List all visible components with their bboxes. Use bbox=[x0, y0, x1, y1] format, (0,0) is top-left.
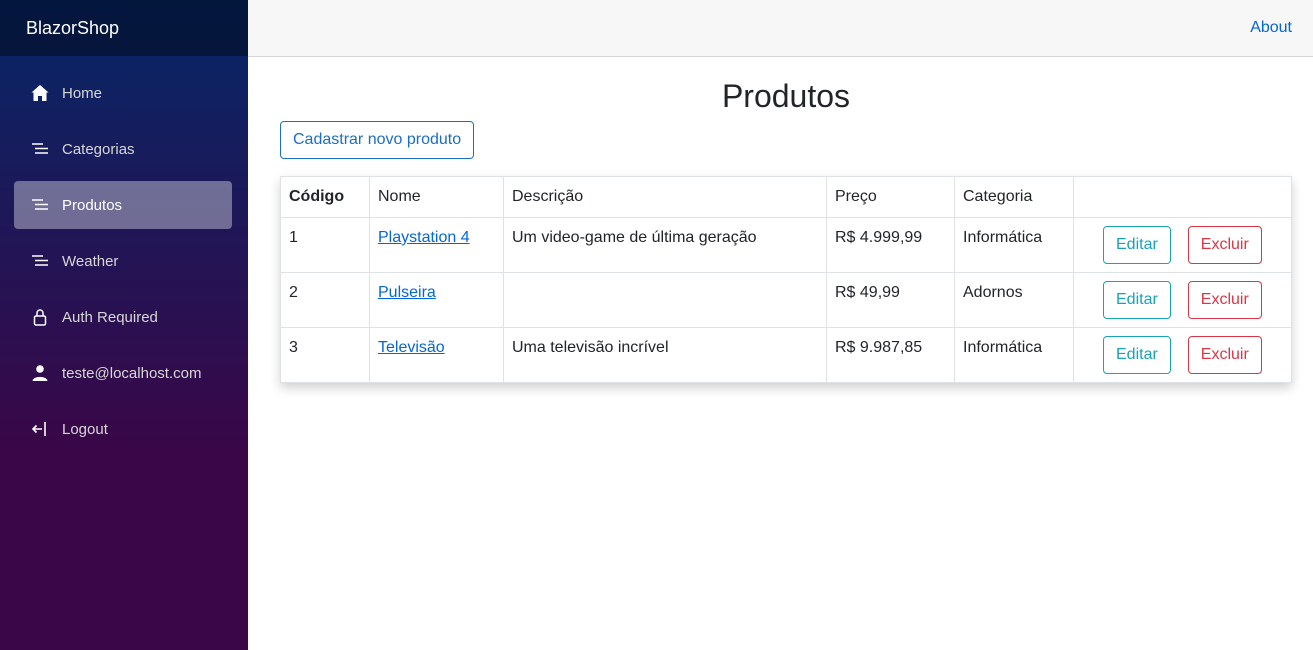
list-icon bbox=[30, 139, 50, 159]
delete-button[interactable]: Excluir bbox=[1187, 226, 1262, 264]
edit-button[interactable]: Editar bbox=[1103, 336, 1171, 374]
table-row: 1 Playstation 4 Um video-game de última … bbox=[280, 217, 1292, 273]
cell-preco: R$ 4.999,99 bbox=[826, 217, 955, 273]
delete-button[interactable]: Excluir bbox=[1187, 336, 1262, 374]
cell-descricao: Uma televisão incrível bbox=[503, 327, 827, 383]
home-icon bbox=[30, 83, 50, 103]
sidebar-item-user[interactable]: teste@localhost.com bbox=[14, 349, 232, 397]
column-header-preco: Preço bbox=[826, 176, 955, 218]
column-header-descricao: Descrição bbox=[503, 176, 827, 218]
table-header-row: Código Nome Descrição Preço Categoria bbox=[280, 176, 1292, 218]
cell-actions: Editar Excluir bbox=[1073, 217, 1292, 273]
sidebar-item-label: Weather bbox=[62, 252, 119, 270]
sidebar-item-label: Home bbox=[62, 84, 103, 102]
sidebar-item-label: Produtos bbox=[62, 196, 123, 214]
cell-categoria: Informática bbox=[954, 217, 1074, 273]
column-header-actions bbox=[1073, 176, 1292, 218]
lock-icon bbox=[30, 307, 50, 327]
list-icon bbox=[30, 195, 50, 215]
sidebar-item-categorias[interactable]: Categorias bbox=[14, 125, 232, 173]
cell-actions: Editar Excluir bbox=[1073, 327, 1292, 383]
table-row: 3 Televisão Uma televisão incrível R$ 9.… bbox=[280, 327, 1292, 383]
table-row: 2 Pulseira R$ 49,99 Adornos Editar Exclu… bbox=[280, 272, 1292, 328]
about-link[interactable]: About bbox=[1250, 19, 1292, 37]
product-link[interactable]: Pulseira bbox=[378, 284, 436, 301]
cell-actions: Editar Excluir bbox=[1073, 272, 1292, 328]
cell-codigo: 3 bbox=[280, 327, 370, 383]
sidebar-item-label: Categorias bbox=[62, 140, 135, 158]
cell-preco: R$ 49,99 bbox=[826, 272, 955, 328]
cell-descricao: Um video-game de última geração bbox=[503, 217, 827, 273]
sidebar-item-weather[interactable]: Weather bbox=[14, 237, 232, 285]
list-icon bbox=[30, 251, 50, 271]
brand-link[interactable]: BlazorShop bbox=[26, 18, 119, 39]
sidebar-item-label: Auth Required bbox=[62, 308, 158, 326]
cell-codigo: 1 bbox=[280, 217, 370, 273]
edit-button[interactable]: Editar bbox=[1103, 281, 1171, 319]
cell-nome: Pulseira bbox=[369, 272, 504, 328]
sidebar-item-label: teste@localhost.com bbox=[62, 364, 202, 382]
main-content: Produtos Cadastrar novo produto Código N… bbox=[280, 57, 1292, 383]
sidebar-item-logout[interactable]: Logout bbox=[14, 405, 232, 453]
sidebar-item-auth-required[interactable]: Auth Required bbox=[14, 293, 232, 341]
column-header-nome: Nome bbox=[369, 176, 504, 218]
cell-nome: Televisão bbox=[369, 327, 504, 383]
product-link[interactable]: Televisão bbox=[378, 339, 445, 356]
cell-preco: R$ 9.987,85 bbox=[826, 327, 955, 383]
page-title: Produtos bbox=[721, 78, 851, 114]
cell-descricao bbox=[503, 272, 827, 328]
delete-button[interactable]: Excluir bbox=[1187, 281, 1262, 319]
column-header-codigo: Código bbox=[280, 176, 370, 218]
new-product-button[interactable]: Cadastrar novo produto bbox=[280, 121, 475, 159]
cell-categoria: Adornos bbox=[954, 272, 1074, 328]
sidebar-item-label: Logout bbox=[62, 420, 108, 438]
sidebar-item-home[interactable]: Home bbox=[14, 69, 232, 117]
nav-menu: Home Categorias Produtos Weather Auth Re… bbox=[0, 56, 248, 453]
cell-categoria: Informática bbox=[954, 327, 1074, 383]
person-icon bbox=[30, 363, 50, 383]
cell-codigo: 2 bbox=[280, 272, 370, 328]
edit-button[interactable]: Editar bbox=[1103, 226, 1171, 264]
products-table: Código Nome Descrição Preço Categoria 1 … bbox=[280, 176, 1292, 383]
sidebar-item-produtos[interactable]: Produtos bbox=[14, 181, 232, 229]
cell-nome: Playstation 4 bbox=[369, 217, 504, 273]
brand-bar: BlazorShop bbox=[0, 0, 248, 56]
logout-icon bbox=[30, 419, 50, 439]
sidebar: BlazorShop Home Categorias Produtos Weat… bbox=[0, 0, 248, 650]
product-link[interactable]: Playstation 4 bbox=[378, 229, 470, 246]
column-header-categoria: Categoria bbox=[954, 176, 1074, 218]
top-row: About bbox=[248, 0, 1313, 57]
